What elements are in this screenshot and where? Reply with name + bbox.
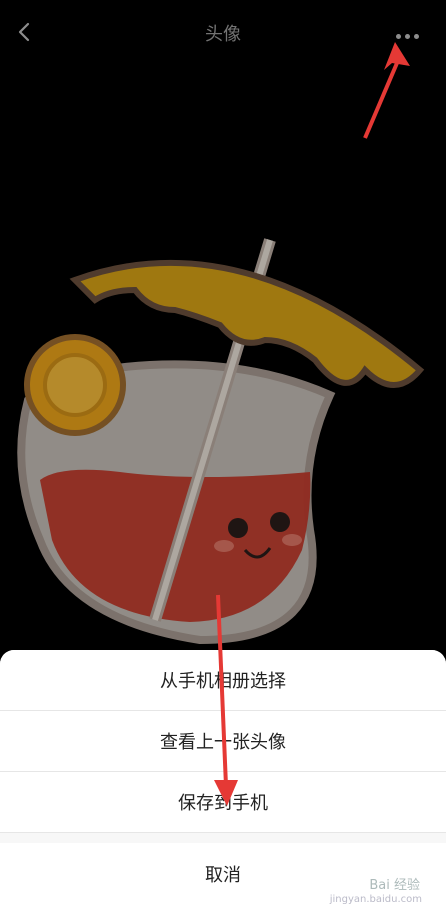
option-save-to-phone[interactable]: 保存到手机 — [0, 772, 446, 833]
action-sheet: 从手机相册选择 查看上一张头像 保存到手机 取消 Bai 经验 jingyan.… — [0, 650, 446, 905]
page-title: 头像 — [205, 24, 241, 45]
option-view-previous-avatar[interactable]: 查看上一张头像 — [0, 711, 446, 772]
option-choose-from-album[interactable]: 从手机相册选择 — [0, 650, 446, 711]
arrow-to-more — [363, 55, 402, 139]
watermark-text: Bai 经验 — [369, 878, 420, 893]
top-bar: 头像 — [0, 0, 446, 64]
more-dot — [405, 34, 410, 39]
avatar-image — [17, 238, 425, 645]
more-dot — [414, 34, 419, 39]
watermark-subtext: jingyan.baidu.com — [329, 894, 422, 905]
more-button[interactable] — [396, 24, 432, 40]
more-dot — [396, 34, 401, 39]
